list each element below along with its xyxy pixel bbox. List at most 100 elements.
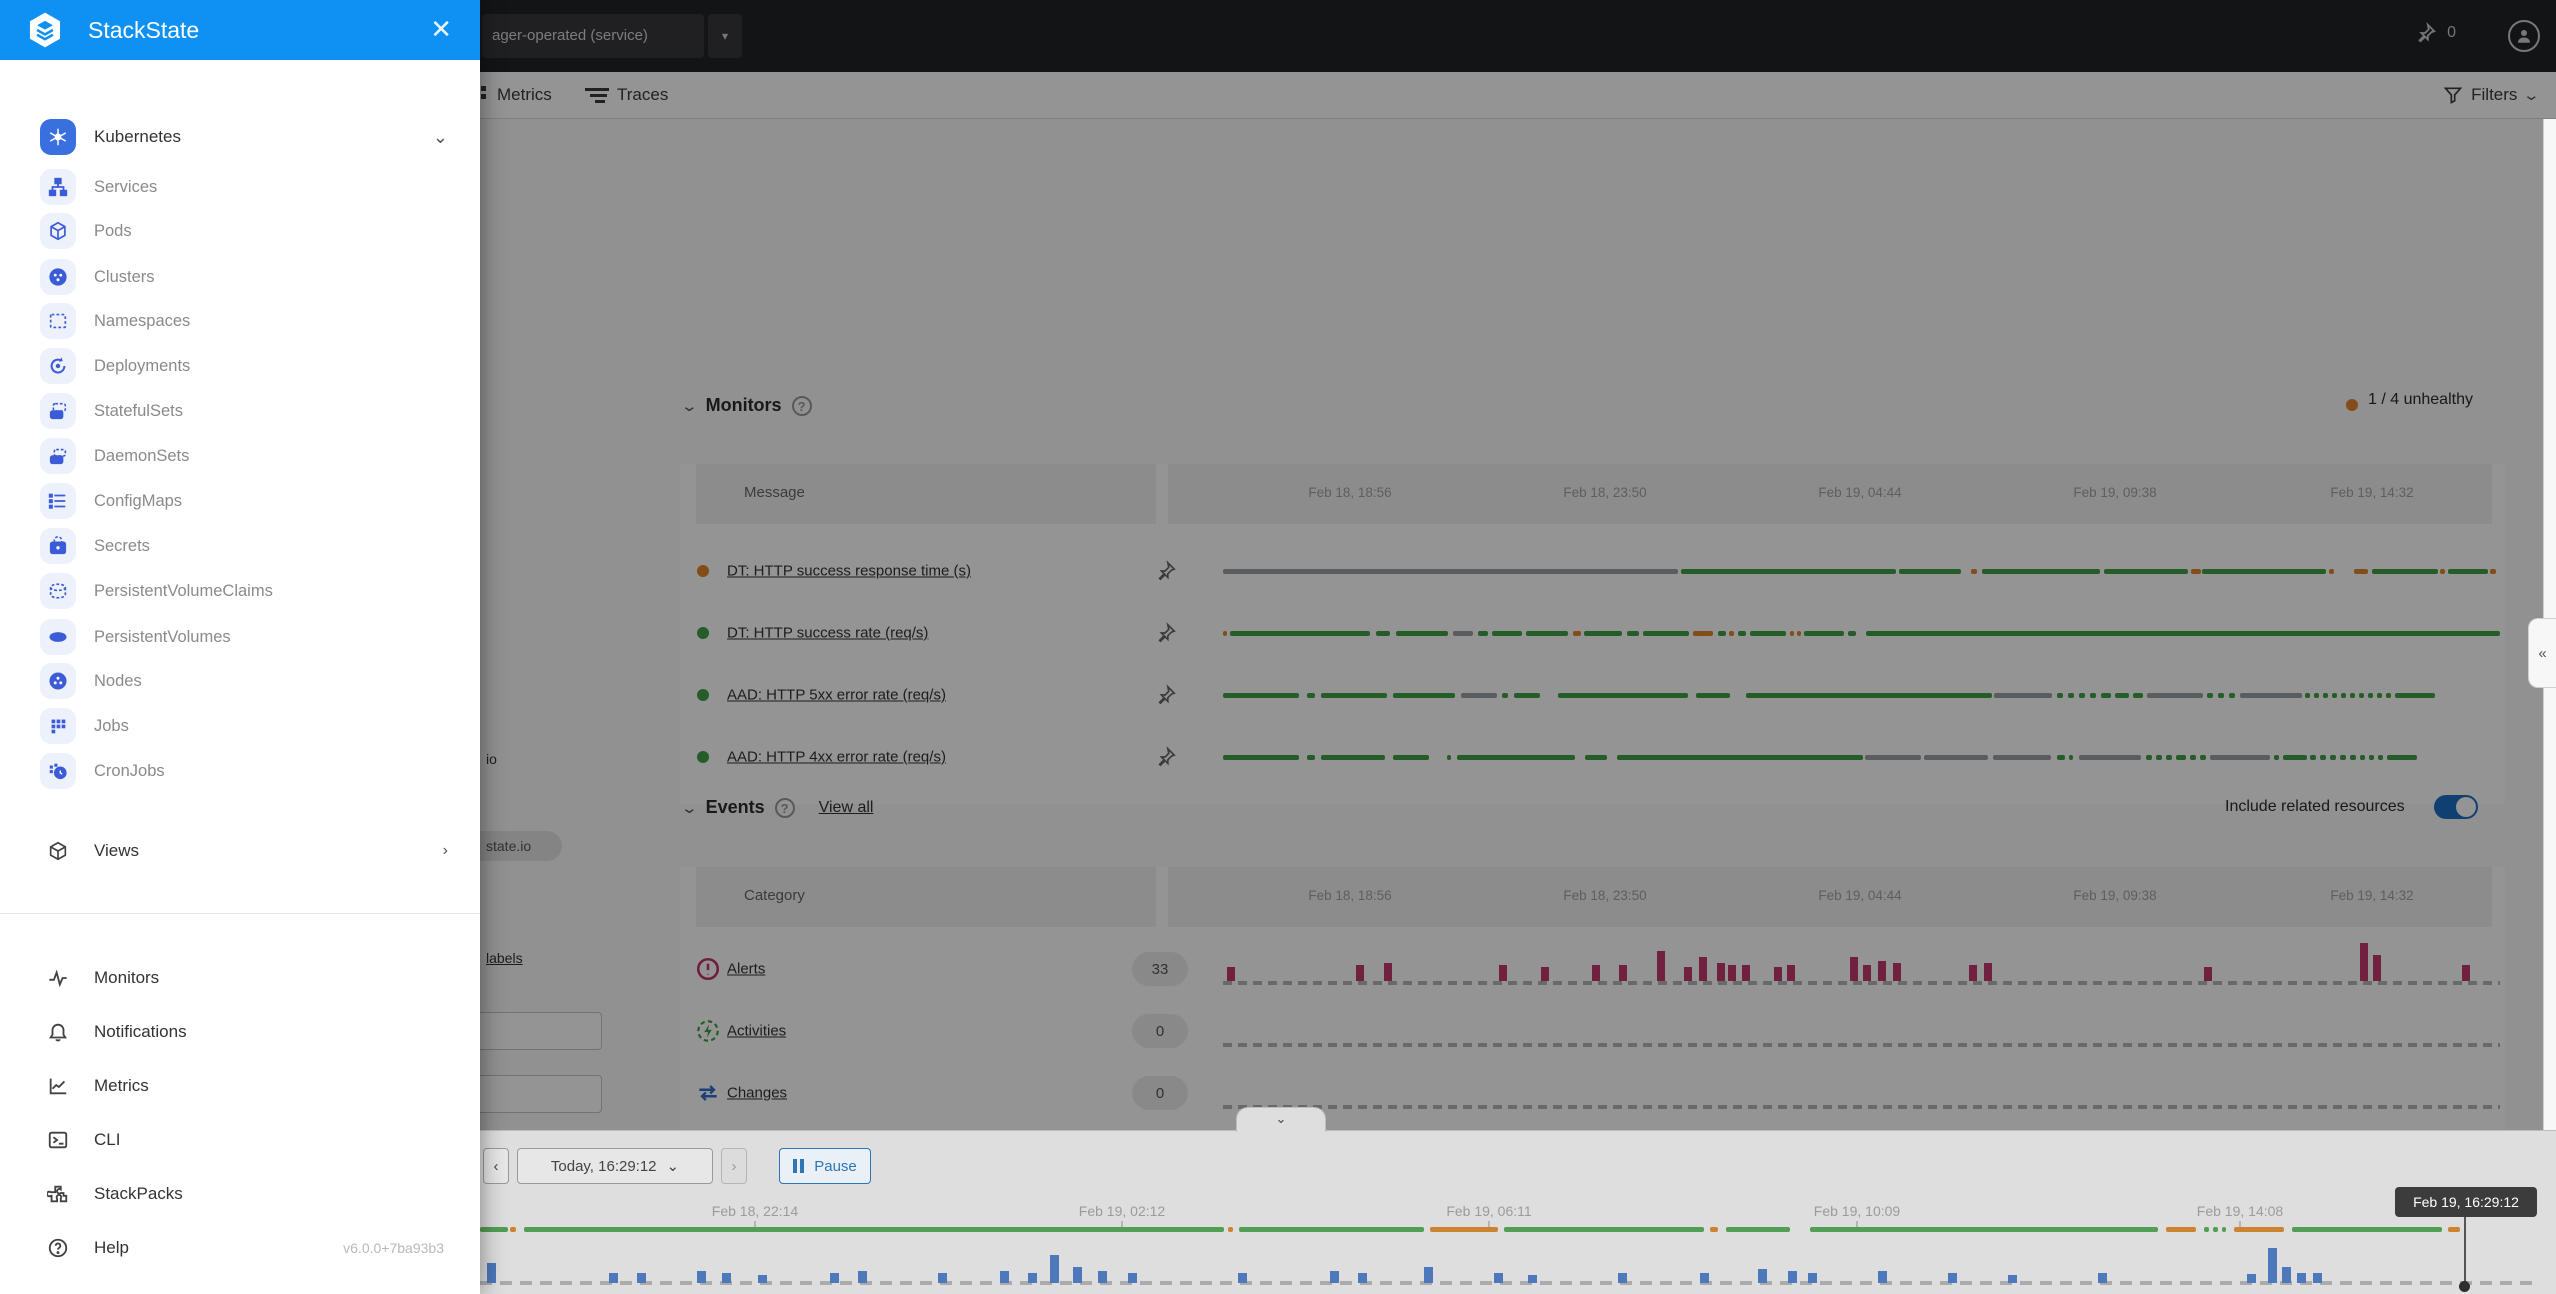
chart-icon <box>40 1068 76 1104</box>
timebar-bar <box>2297 1273 2306 1283</box>
drawer-item-persistentvolumes[interactable]: PersistentVolumes <box>0 615 480 659</box>
health-segment <box>2204 1227 2209 1232</box>
drawer-item-kubernetes-label: Kubernetes <box>94 127 181 147</box>
statefulsets-icon <box>40 393 76 429</box>
health-segment <box>524 1227 1224 1232</box>
health-segment <box>1239 1227 1424 1232</box>
drawer-item-nodes[interactable]: Nodes <box>0 659 480 703</box>
health-segment <box>510 1227 516 1232</box>
stackstate-app: ager-operated (service) ▾ 0 Metrics Tra <box>0 0 2556 1294</box>
drawer-item-clusters-label: Clusters <box>94 268 155 287</box>
drawer-item-configmaps-label: ConfigMaps <box>94 492 182 511</box>
timebar-bar <box>2098 1273 2107 1283</box>
drawer-divider <box>0 913 480 914</box>
timebar-bar <box>722 1273 731 1283</box>
timebar-bar <box>1528 1275 1537 1283</box>
timebar-axis-label: Feb 19, 06:11 <box>1446 1203 1531 1219</box>
time-picker-button[interactable]: Today, 16:29:12 ⌄ <box>517 1148 713 1184</box>
health-segment <box>1430 1227 1498 1232</box>
drawer-item-cronjobs[interactable]: CronJobs <box>0 749 480 793</box>
drawer-item-cli-label: CLI <box>94 1130 120 1150</box>
kubernetes-icon <box>40 119 76 155</box>
timebar-bar <box>1128 1273 1137 1283</box>
drawer-item-persistentvolumeclaims[interactable]: PersistentVolumeClaims <box>0 569 480 613</box>
health-segment <box>1726 1227 1790 1232</box>
chevron-down-icon: ⌄ <box>667 1157 680 1175</box>
chevron-left-icon: « <box>2538 645 2546 662</box>
stackstate-logo-icon <box>26 11 64 49</box>
terminal-icon <box>40 1122 76 1158</box>
drawer-item-namespaces-label: Namespaces <box>94 312 190 331</box>
timebar-bar <box>830 1273 839 1283</box>
health-segment <box>1810 1227 2158 1232</box>
health-segment <box>2448 1227 2460 1232</box>
drawer-item-stackpacks[interactable]: StackPacks <box>0 1172 480 1216</box>
drawer-item-namespaces[interactable]: Namespaces <box>0 299 480 343</box>
time-forward-button[interactable]: › <box>721 1148 747 1184</box>
timebar-bar <box>1494 1273 1503 1283</box>
pause-icon <box>793 1159 804 1173</box>
drawer-item-views[interactable]: Views› <box>0 829 480 873</box>
daemonsets-icon <box>40 438 76 474</box>
timebar-bar <box>2008 1275 2017 1283</box>
drawer-item-clusters[interactable]: Clusters <box>0 255 480 299</box>
timebar-bar <box>1358 1273 1367 1283</box>
puzzle-icon <box>40 1176 76 1212</box>
drawer-item-pods[interactable]: Pods <box>0 209 480 253</box>
drawer-item-statefulsets[interactable]: StatefulSets <box>0 389 480 433</box>
drawer-item-pods-label: Pods <box>94 222 132 241</box>
drawer-item-persistentvolumeclaims-label: PersistentVolumeClaims <box>94 582 273 601</box>
clusters-icon <box>40 259 76 295</box>
collapse-timebar-tab[interactable]: ⌄ <box>1236 1107 1326 1132</box>
health-segment <box>1710 1227 1718 1232</box>
drawer-item-cli[interactable]: CLI <box>0 1118 480 1162</box>
health-segment <box>1228 1227 1233 1232</box>
timebar-bar <box>1948 1273 1957 1283</box>
time-back-button[interactable]: ‹ <box>483 1148 509 1184</box>
timebar-bar <box>2313 1273 2322 1283</box>
drawer-item-secrets[interactable]: Secrets <box>0 524 480 568</box>
drawer-item-metrics[interactable]: Metrics <box>0 1064 480 1108</box>
timebar-bar <box>1878 1271 1887 1283</box>
secrets-icon <box>40 528 76 564</box>
drawer-item-notifications[interactable]: Notifications <box>0 1010 480 1054</box>
drawer-item-persistentvolumes-label: PersistentVolumes <box>94 628 231 647</box>
drawer-item-cronjobs-label: CronJobs <box>94 762 165 781</box>
close-icon[interactable]: ✕ <box>430 14 452 45</box>
drawer-item-monitors[interactable]: Monitors <box>0 956 480 1000</box>
drawer-item-nodes-label: Nodes <box>94 672 142 691</box>
timebar-bar <box>1424 1267 1433 1283</box>
timebar-health-line <box>480 1227 2460 1232</box>
drawer-item-kubernetes[interactable]: Kubernetes⌄ <box>0 115 480 159</box>
health-segment <box>2213 1227 2218 1232</box>
timebar-bar <box>1028 1273 1037 1283</box>
drawer-title: StackState <box>88 17 199 44</box>
health-segment <box>2234 1227 2284 1232</box>
views-icon <box>40 833 76 869</box>
health-segment <box>2166 1227 2196 1232</box>
timebar-bar <box>1700 1273 1709 1283</box>
timebar-baseline <box>480 1281 2540 1285</box>
expand-right-panel-button[interactable]: « <box>2528 618 2556 688</box>
help-icon <box>40 1230 76 1266</box>
timebar-bar <box>1758 1269 1767 1283</box>
timebar-bar <box>487 1263 496 1283</box>
pause-button[interactable]: Pause <box>779 1148 871 1184</box>
drawer-item-deployments[interactable]: Deployments <box>0 344 480 388</box>
drawer-item-jobs[interactable]: Jobs <box>0 704 480 748</box>
drawer-item-deployments-label: Deployments <box>94 357 190 376</box>
drawer-item-daemonsets[interactable]: DaemonSets <box>0 434 480 478</box>
timebar-axis-label: Feb 18, 22:14 <box>712 1203 798 1219</box>
drawer-item-metrics-label: Metrics <box>94 1076 149 1096</box>
timebar-bar <box>938 1273 947 1283</box>
timebar-bar <box>1073 1267 1082 1283</box>
current-time-marker-dot[interactable] <box>2459 1281 2470 1292</box>
timebar-bar <box>1238 1273 1247 1283</box>
timebar-bar <box>758 1275 767 1283</box>
timebar-bar <box>2247 1274 2256 1283</box>
current-time-marker-line <box>2464 1217 2466 1285</box>
drawer-item-configmaps[interactable]: ConfigMaps <box>0 479 480 523</box>
nodes-icon <box>40 663 76 699</box>
timebar-bar <box>1788 1271 1797 1283</box>
drawer-item-services[interactable]: Services <box>0 165 480 209</box>
